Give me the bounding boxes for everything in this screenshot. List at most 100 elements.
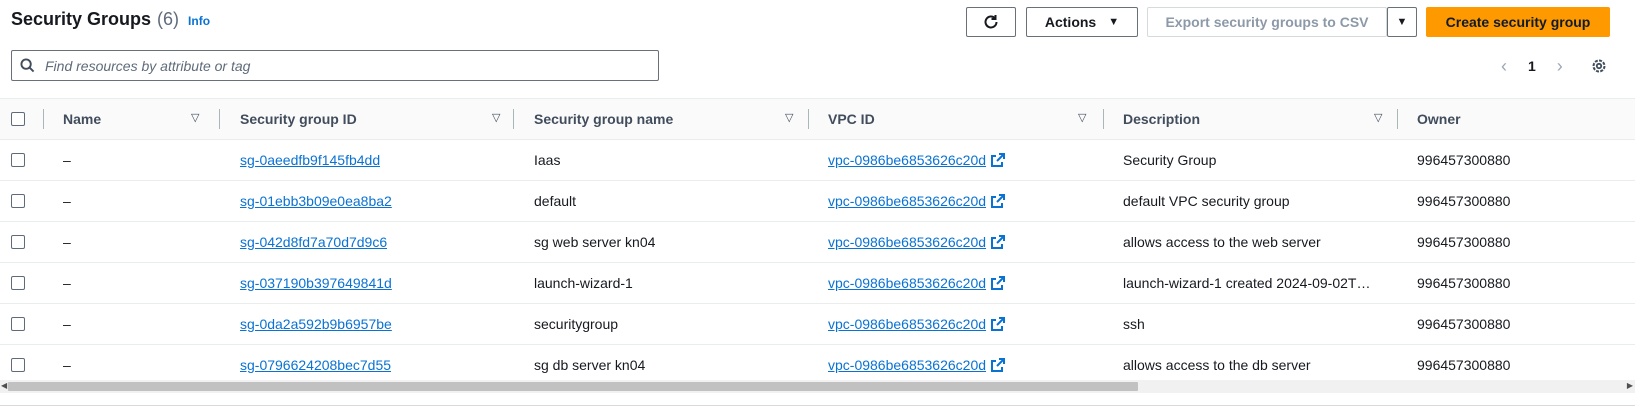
cell-sg-name: sg db server kn04 xyxy=(534,357,646,373)
refresh-icon xyxy=(984,15,998,29)
column-header-owner[interactable]: Owner xyxy=(1417,99,1461,139)
sg-id-link[interactable]: sg-0aeedfb9f145fb4dd xyxy=(240,152,380,168)
column-divider xyxy=(43,109,44,129)
export-csv-button[interactable]: Export security groups to CSV xyxy=(1147,7,1387,37)
cell-name: – xyxy=(63,316,71,332)
cell-sg-name: sg web server kn04 xyxy=(534,234,656,250)
actions-label: Actions xyxy=(1044,14,1097,30)
cell-owner: 996457300880 xyxy=(1417,357,1511,373)
page-title: Security Groups xyxy=(11,9,152,29)
horizontal-scrollbar[interactable]: ◀ ▶ xyxy=(0,380,1635,393)
column-divider[interactable] xyxy=(1103,109,1104,129)
column-header-description[interactable]: Description xyxy=(1123,99,1200,139)
actions-button[interactable]: Actions ▼ xyxy=(1026,7,1138,37)
sg-id-link[interactable]: sg-037190b397649841d xyxy=(240,275,392,291)
external-link-icon[interactable] xyxy=(990,275,1006,291)
table-row[interactable]: – sg-042d8fd7a70d7d9c6 sg web server kn0… xyxy=(0,222,1635,263)
vpc-id-link[interactable]: vpc-0986be6853626c20d xyxy=(828,234,986,250)
info-link[interactable]: Info xyxy=(188,14,210,28)
cell-name: – xyxy=(63,234,71,250)
select-all-checkbox[interactable] xyxy=(11,112,25,126)
cell-name: – xyxy=(63,275,71,291)
vpc-id-link[interactable]: vpc-0986be6853626c20d xyxy=(828,316,986,332)
external-link-icon[interactable] xyxy=(990,193,1006,209)
cell-owner: 996457300880 xyxy=(1417,234,1511,250)
row-checkbox[interactable] xyxy=(11,235,25,249)
table-header: Name ▽ Security group ID ▽ Security grou… xyxy=(0,98,1635,140)
column-divider[interactable] xyxy=(513,109,514,129)
sort-icon[interactable]: ▽ xyxy=(1374,111,1382,124)
cell-sg-name: Iaas xyxy=(534,152,561,168)
pagination: ‹ 1 › xyxy=(1494,54,1570,78)
cell-description: allows access to the db server xyxy=(1123,357,1311,373)
table-row[interactable]: – sg-0aeedfb9f145fb4dd Iaas vpc-0986be68… xyxy=(0,140,1635,181)
cell-owner: 996457300880 xyxy=(1417,193,1511,209)
security-groups-table: Name ▽ Security group ID ▽ Security grou… xyxy=(0,98,1635,380)
cell-description: Security Group xyxy=(1123,152,1217,168)
cell-sg-name: default xyxy=(534,193,577,209)
sg-id-link[interactable]: sg-042d8fd7a70d7d9c6 xyxy=(240,234,387,250)
table-row[interactable]: – sg-0da2a592b9b6957be securitygroup vpc… xyxy=(0,304,1635,345)
column-header-sg-id[interactable]: Security group ID xyxy=(240,99,357,139)
external-link-icon[interactable] xyxy=(990,152,1006,168)
table-row[interactable]: – sg-01ebb3b09e0ea8ba2 default vpc-0986b… xyxy=(0,181,1635,222)
caret-down-icon: ▼ xyxy=(1108,16,1120,28)
scrollbar-thumb[interactable] xyxy=(8,382,1138,391)
sort-icon[interactable]: ▽ xyxy=(492,111,500,124)
row-checkbox[interactable] xyxy=(11,153,25,167)
search-icon xyxy=(20,58,35,73)
sort-icon[interactable]: ▽ xyxy=(785,111,793,124)
cell-description: allows access to the web server xyxy=(1123,234,1321,250)
cell-owner: 996457300880 xyxy=(1417,316,1511,332)
chevron-left-icon[interactable]: ‹ xyxy=(1494,56,1514,77)
sg-id-link[interactable]: sg-01ebb3b09e0ea8ba2 xyxy=(240,193,392,209)
cell-description: default VPC security group xyxy=(1123,193,1290,209)
cell-owner: 996457300880 xyxy=(1417,152,1511,168)
column-divider[interactable] xyxy=(1397,109,1398,129)
column-divider[interactable] xyxy=(219,109,220,129)
create-security-group-button[interactable]: Create security group xyxy=(1426,7,1610,37)
sort-icon[interactable]: ▽ xyxy=(191,111,199,124)
cell-description: launch-wizard-1 created 2024-09-02T… xyxy=(1123,275,1371,291)
current-page[interactable]: 1 xyxy=(1528,58,1536,74)
vpc-id-link[interactable]: vpc-0986be6853626c20d xyxy=(828,152,986,168)
row-checkbox[interactable] xyxy=(11,317,25,331)
export-dropdown-button[interactable]: ▼ xyxy=(1387,7,1417,37)
table-row[interactable]: – sg-037190b397649841d launch-wizard-1 v… xyxy=(0,263,1635,304)
column-header-sg-name[interactable]: Security group name xyxy=(534,99,673,139)
sg-id-link[interactable]: sg-0796624208bec7d55 xyxy=(240,357,391,373)
chevron-right-icon[interactable]: › xyxy=(1550,56,1570,77)
cell-owner: 996457300880 xyxy=(1417,275,1511,291)
vpc-id-link[interactable]: vpc-0986be6853626c20d xyxy=(828,357,986,373)
create-label: Create security group xyxy=(1445,14,1591,30)
row-checkbox[interactable] xyxy=(11,358,25,372)
refresh-button[interactable] xyxy=(966,7,1016,37)
vpc-id-link[interactable]: vpc-0986be6853626c20d xyxy=(828,275,986,291)
row-checkbox[interactable] xyxy=(11,194,25,208)
cell-description: ssh xyxy=(1123,316,1145,332)
column-header-vpc-id[interactable]: VPC ID xyxy=(828,99,875,139)
sg-id-link[interactable]: sg-0da2a592b9b6957be xyxy=(240,316,392,332)
external-link-icon[interactable] xyxy=(990,234,1006,250)
divider xyxy=(0,405,1635,406)
cell-name: – xyxy=(63,357,71,373)
cell-name: – xyxy=(63,193,71,209)
search-input[interactable] xyxy=(43,56,658,75)
scroll-right-arrow-icon[interactable]: ▶ xyxy=(1627,381,1633,390)
sort-icon[interactable]: ▽ xyxy=(1078,111,1086,124)
gear-icon xyxy=(1592,59,1606,73)
preferences-button[interactable] xyxy=(1588,55,1610,77)
cell-name: – xyxy=(63,152,71,168)
cell-sg-name: securitygroup xyxy=(534,316,619,332)
table-row[interactable]: – sg-0796624208bec7d55 sg db server kn04… xyxy=(0,345,1635,380)
search-field[interactable] xyxy=(11,50,659,81)
scroll-left-arrow-icon[interactable]: ◀ xyxy=(1,381,7,390)
export-label: Export security groups to CSV xyxy=(1165,14,1369,30)
cell-sg-name: launch-wizard-1 xyxy=(534,275,633,291)
row-checkbox[interactable] xyxy=(11,276,25,290)
column-divider[interactable] xyxy=(808,109,809,129)
vpc-id-link[interactable]: vpc-0986be6853626c20d xyxy=(828,193,986,209)
external-link-icon[interactable] xyxy=(990,316,1006,332)
external-link-icon[interactable] xyxy=(990,357,1006,373)
column-header-name[interactable]: Name xyxy=(63,99,101,139)
